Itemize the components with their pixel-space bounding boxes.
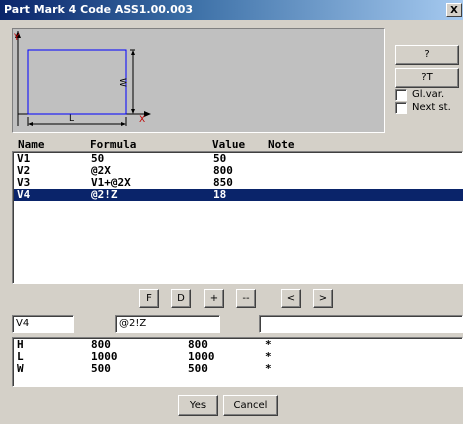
f-button[interactable]: F xyxy=(139,289,159,308)
next-st-label: Next st. xyxy=(412,102,451,113)
column-header-value[interactable]: Value xyxy=(212,138,245,151)
cancel-button-label: Cancel xyxy=(233,400,268,411)
table-row[interactable]: V3 V1+@2X 850 xyxy=(14,177,463,189)
previous-button[interactable]: < xyxy=(281,289,301,308)
table-row-selected[interactable]: V4 @2!Z 18 xyxy=(14,189,463,201)
help-t-button[interactable]: ?T xyxy=(395,68,459,88)
column-header-name[interactable]: Name xyxy=(18,138,45,151)
next-st-checkbox[interactable] xyxy=(395,102,407,114)
variables-header: Name Formula Value Note xyxy=(12,138,463,151)
title-bar[interactable]: Part Mark 4 Code ASS1.00.003 X xyxy=(0,0,463,20)
yes-button[interactable]: Yes xyxy=(178,395,218,416)
close-button[interactable]: X xyxy=(446,3,462,17)
w-arrow-bottom xyxy=(131,109,135,114)
cell-value: 500 xyxy=(188,362,208,375)
help-button[interactable]: ? xyxy=(395,45,459,65)
d-button[interactable]: D xyxy=(171,289,191,308)
cell-name: V4 xyxy=(17,188,31,201)
yes-button-label: Yes xyxy=(189,400,207,411)
d-button-label: D xyxy=(177,293,185,304)
dialog-window: Part Mark 4 Code ASS1.00.003 X Y X W L ?… xyxy=(0,0,463,424)
add-button[interactable]: + xyxy=(204,289,224,308)
next-button-label: > xyxy=(318,293,328,304)
remove-button-label: -- xyxy=(242,293,250,304)
w-arrow-top xyxy=(131,50,135,55)
table-row[interactable]: V1 50 50 xyxy=(14,153,463,165)
cell-value: 18 xyxy=(213,188,227,201)
table-row[interactable]: W 500 500 * xyxy=(14,363,463,375)
remove-button[interactable]: -- xyxy=(236,289,256,308)
global-var-label: Gl.var. xyxy=(412,89,445,100)
l-dimension-label: L xyxy=(69,114,74,124)
global-var-checkbox[interactable] xyxy=(395,89,407,101)
column-header-note[interactable]: Note xyxy=(268,138,295,151)
part-preview: Y X W L xyxy=(12,28,385,133)
table-row[interactable]: L 1000 1000 * xyxy=(14,351,463,363)
previous-button-label: < xyxy=(286,293,296,304)
column-header-formula[interactable]: Formula xyxy=(90,138,136,151)
table-row[interactable]: V2 @2X 800 xyxy=(14,165,463,177)
f-button-label: F xyxy=(146,293,152,304)
table-row[interactable]: H 800 800 * xyxy=(14,339,463,351)
cell-formula: 500 xyxy=(91,362,111,375)
formula-field[interactable]: @2!Z xyxy=(115,315,220,333)
cell-formula: @2!Z xyxy=(91,188,118,201)
cancel-button[interactable]: Cancel xyxy=(223,395,278,416)
part-outline xyxy=(27,49,127,115)
add-button-label: + xyxy=(209,293,219,304)
l-arrow-left xyxy=(28,122,33,126)
l-arrow-right xyxy=(121,122,126,126)
variable-name-field[interactable]: V4 xyxy=(12,315,74,333)
cell-name: W xyxy=(17,362,24,375)
y-axis-label: Y xyxy=(13,33,20,43)
variables-table[interactable]: V1 50 50 V2 @2X 800 V3 V1+@2X 850 V4 @2!… xyxy=(12,151,463,284)
window-title: Part Mark 4 Code ASS1.00.003 xyxy=(4,3,194,16)
w-dimension-label: W xyxy=(117,78,127,87)
x-axis-label: X xyxy=(139,115,145,125)
help-button-label: ? xyxy=(424,49,430,60)
note-field[interactable] xyxy=(259,315,463,333)
help-t-button-label: ?T xyxy=(421,72,433,83)
cell-flag: * xyxy=(265,362,272,375)
dimensions-table[interactable]: H 800 800 * L 1000 1000 * W 500 500 * xyxy=(12,337,463,387)
next-button[interactable]: > xyxy=(313,289,333,308)
